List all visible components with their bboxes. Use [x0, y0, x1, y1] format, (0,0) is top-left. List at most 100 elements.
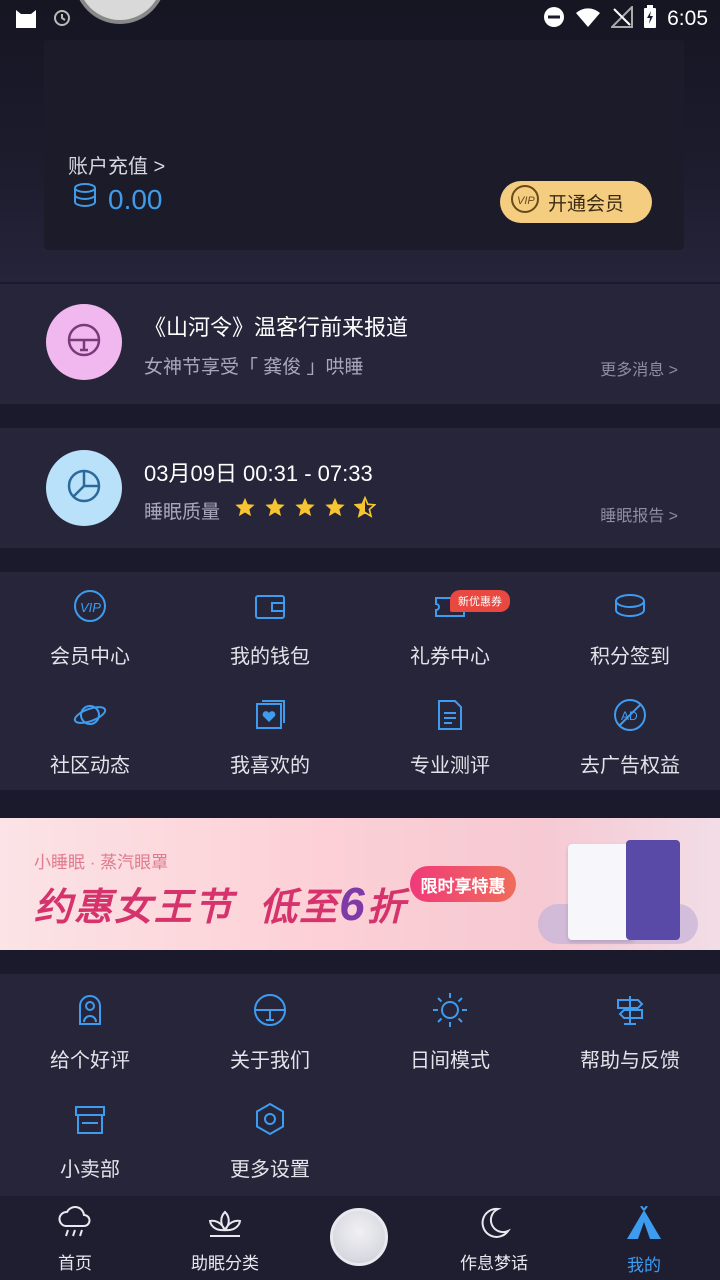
feature-item-7[interactable]: 专业测评	[360, 695, 540, 795]
news-subtitle: 女神节享受「 龚俊 」哄睡	[144, 357, 364, 378]
star-icon	[234, 496, 256, 524]
favorite-icon	[250, 695, 290, 735]
new-coupon-badge: 新优惠券	[450, 590, 510, 612]
product-box-image	[568, 844, 634, 940]
feature-item-2[interactable]: 我的钱包	[180, 586, 360, 686]
banner-cta-button[interactable]: 限时享特惠	[410, 866, 516, 902]
news-circle	[46, 304, 122, 380]
account-header	[0, 0, 720, 282]
svg-text:VIP: VIP	[517, 195, 535, 207]
feature-item-8[interactable]: AD 去广告权益	[540, 695, 720, 795]
sleep-quality-label: 睡眠质量	[144, 501, 221, 523]
balance-display[interactable]: 0.00	[72, 182, 163, 217]
feature-item-label: 积分签到	[590, 646, 670, 668]
bottom-navigation: 首页 助眠分类 作息梦话 我的	[0, 1196, 720, 1280]
battery-icon	[643, 4, 657, 34]
settings-icon	[250, 1099, 290, 1139]
nav-tab-label: 助眠分类	[191, 1254, 259, 1273]
about-icon	[250, 990, 290, 1030]
no-ad-icon: AD	[610, 695, 650, 735]
signpost-icon	[610, 990, 650, 1030]
dnd-icon	[543, 6, 565, 33]
feature-item-label: 社区动态	[50, 755, 130, 777]
nav-tab-label: 我的	[627, 1256, 661, 1275]
settings-item-4[interactable]: 帮助与反馈	[540, 990, 720, 1090]
settings-item-label: 给个好评	[50, 1050, 130, 1072]
nav-tab-1[interactable]: 首页	[15, 1206, 135, 1274]
cat-app-icon	[14, 6, 38, 33]
feature-item-label: 我喜欢的	[230, 755, 310, 777]
nav-tab-3[interactable]: 作息梦话	[434, 1206, 554, 1274]
open-vip-label: 开通会员	[548, 193, 625, 215]
feature-item-1[interactable]: VIP 会员中心	[0, 586, 180, 686]
planet-icon	[70, 695, 110, 735]
star-icon	[264, 496, 286, 524]
settings-item-5[interactable]: 小卖部	[0, 1099, 180, 1199]
product-pack-image	[626, 840, 680, 940]
news-icon	[64, 320, 104, 365]
sun-icon	[430, 990, 470, 1030]
news-card[interactable]: 《山河令》温客行前来报道 女神节享受「 龚俊 」哄睡 更多消息 >	[0, 284, 720, 404]
sleep-rating-stars	[234, 495, 377, 524]
no-signal-icon	[609, 4, 634, 33]
more-news-link[interactable]: 更多消息 >	[600, 356, 678, 380]
recharge-link[interactable]: 账户充值 >	[68, 150, 165, 179]
vip-badge-icon: VIP	[510, 184, 540, 220]
nav-tab-4[interactable]: 我的	[584, 1205, 704, 1276]
tent-icon	[624, 1205, 664, 1247]
feature-item-label: 专业测评	[410, 755, 490, 777]
sleep-time-range: 03月09日 00:31 - 07:33	[144, 461, 373, 486]
banner-headline: 约惠女王节 低至6折	[34, 876, 407, 931]
settings-item-label: 更多设置	[230, 1159, 310, 1181]
rain-cloud-icon	[57, 1206, 93, 1245]
status-bar: 6:05	[0, 0, 720, 38]
star-icon	[294, 496, 316, 524]
moon-icon	[476, 1206, 512, 1245]
coins-icon	[72, 182, 98, 217]
feature-item-4[interactable]: 积分签到	[540, 586, 720, 686]
feature-item-label: 礼券中心	[410, 646, 490, 668]
document-icon	[430, 695, 470, 735]
feature-item-label: 去广告权益	[580, 755, 680, 777]
coin-icon	[610, 586, 650, 626]
svg-text:VIP: VIP	[80, 600, 101, 615]
feature-item-label: 我的钱包	[230, 646, 310, 668]
settings-item-label: 小卖部	[60, 1159, 120, 1181]
nav-tab-label: 作息梦话	[460, 1254, 528, 1273]
balance-value: 0.00	[108, 183, 163, 215]
settings-item-label: 关于我们	[230, 1050, 310, 1072]
rate-icon	[70, 990, 110, 1030]
feature-item-5[interactable]: 社区动态	[0, 695, 180, 795]
banner-headline-suffix: 折	[366, 887, 407, 929]
settings-item-3[interactable]: 日间模式	[360, 990, 540, 1090]
nav-tab-2[interactable]: 助眠分类	[165, 1206, 285, 1274]
promo-banner[interactable]: 小睡眠 · 蒸汽眼罩 约惠女王节 低至6折 限时享特惠	[0, 818, 720, 950]
lotus-icon	[206, 1206, 244, 1245]
feature-item-6[interactable]: 我喜欢的	[180, 695, 360, 795]
banner-discount-number: 6	[339, 878, 367, 930]
sleep-report-link[interactable]: 睡眠报告 >	[600, 502, 678, 526]
alarm-icon	[52, 7, 72, 32]
vip-icon: VIP	[70, 586, 110, 626]
banner-headline-text: 约惠女王节 低至	[34, 887, 340, 929]
settings-item-label: 日间模式	[410, 1050, 490, 1072]
sleep-circle	[46, 450, 122, 526]
pie-chart-icon	[64, 466, 104, 511]
settings-item-label: 帮助与反馈	[580, 1050, 680, 1072]
news-title: 《山河令》温客行前来报道	[144, 315, 409, 340]
feature-item-label: 会员中心	[50, 646, 130, 668]
settings-item-2[interactable]: 关于我们	[180, 990, 360, 1090]
star-icon	[324, 496, 346, 524]
wifi-icon	[575, 6, 601, 33]
open-vip-button[interactable]: VIP 开通会员	[500, 181, 652, 223]
settings-item-6[interactable]: 更多设置	[180, 1099, 360, 1199]
star-icon	[353, 495, 377, 524]
banner-subtitle: 小睡眠 · 蒸汽眼罩	[34, 853, 169, 872]
settings-item-1[interactable]: 给个好评	[0, 990, 180, 1090]
sleep-quality-row: 睡眠质量	[144, 495, 377, 524]
sleep-card[interactable]: 03月09日 00:31 - 07:33 睡眠质量 睡眠报告 >	[0, 428, 720, 548]
center-avatar-button[interactable]	[330, 1208, 388, 1266]
status-time: 6:05	[667, 7, 708, 30]
shop-icon	[70, 1099, 110, 1139]
wallet-icon	[250, 586, 290, 626]
